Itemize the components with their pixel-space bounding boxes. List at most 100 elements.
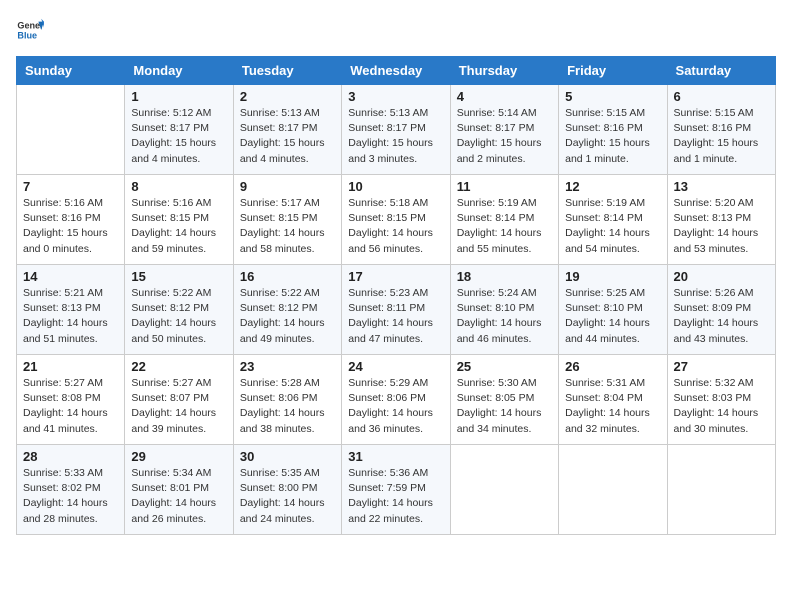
col-header-wednesday: Wednesday (342, 57, 450, 85)
day-number: 26 (565, 359, 660, 374)
calendar-cell: 30 Sunrise: 5:35 AM Sunset: 8:00 PM Dayli… (233, 445, 341, 535)
calendar-cell: 16 Sunrise: 5:22 AM Sunset: 8:12 PM Dayli… (233, 265, 341, 355)
day-number: 20 (674, 269, 769, 284)
day-info: Sunrise: 5:21 AM Sunset: 8:13 PM Dayligh… (23, 286, 118, 347)
col-header-thursday: Thursday (450, 57, 558, 85)
day-info: Sunrise: 5:30 AM Sunset: 8:05 PM Dayligh… (457, 376, 552, 437)
day-number: 30 (240, 449, 335, 464)
page-header: General Blue (16, 16, 776, 44)
calendar-cell (450, 445, 558, 535)
day-info: Sunrise: 5:36 AM Sunset: 7:59 PM Dayligh… (348, 466, 443, 527)
day-number: 23 (240, 359, 335, 374)
calendar-cell: 18 Sunrise: 5:24 AM Sunset: 8:10 PM Dayli… (450, 265, 558, 355)
day-number: 8 (131, 179, 226, 194)
logo-icon: General Blue (16, 16, 44, 44)
calendar-cell: 27Sunrise: 5:32 AM Sunset: 8:03 PM Dayli… (667, 355, 775, 445)
day-number: 18 (457, 269, 552, 284)
calendar-cell: 1 Sunrise: 5:12 AM Sunset: 8:17 PM Daylig… (125, 85, 233, 175)
day-info: Sunrise: 5:16 AM Sunset: 8:15 PM Dayligh… (131, 196, 226, 257)
day-number: 2 (240, 89, 335, 104)
day-number: 4 (457, 89, 552, 104)
day-number: 3 (348, 89, 443, 104)
day-number: 22 (131, 359, 226, 374)
day-info: Sunrise: 5:17 AM Sunset: 8:15 PM Dayligh… (240, 196, 335, 257)
calendar-cell: 19 Sunrise: 5:25 AM Sunset: 8:10 PM Dayli… (559, 265, 667, 355)
calendar-cell (17, 85, 125, 175)
header-row: SundayMondayTuesdayWednesdayThursdayFrid… (17, 57, 776, 85)
col-header-sunday: Sunday (17, 57, 125, 85)
calendar-cell: 2 Sunrise: 5:13 AM Sunset: 8:17 PM Daylig… (233, 85, 341, 175)
calendar-cell: 7 Sunrise: 5:16 AM Sunset: 8:16 PM Daylig… (17, 175, 125, 265)
calendar-cell: 24Sunrise: 5:29 AM Sunset: 8:06 PM Dayli… (342, 355, 450, 445)
day-info: Sunrise: 5:26 AM Sunset: 8:09 PM Dayligh… (674, 286, 769, 347)
calendar-cell: 15Sunrise: 5:22 AM Sunset: 8:12 PM Dayli… (125, 265, 233, 355)
day-info: Sunrise: 5:27 AM Sunset: 8:07 PM Dayligh… (131, 376, 226, 437)
day-info: Sunrise: 5:19 AM Sunset: 8:14 PM Dayligh… (565, 196, 660, 257)
day-number: 19 (565, 269, 660, 284)
day-info: Sunrise: 5:15 AM Sunset: 8:16 PM Dayligh… (674, 106, 769, 167)
day-info: Sunrise: 5:24 AM Sunset: 8:10 PM Dayligh… (457, 286, 552, 347)
day-info: Sunrise: 5:13 AM Sunset: 8:17 PM Dayligh… (348, 106, 443, 167)
calendar-cell: 14 Sunrise: 5:21 AM Sunset: 8:13 PM Dayli… (17, 265, 125, 355)
day-number: 14 (23, 269, 118, 284)
day-number: 5 (565, 89, 660, 104)
week-row-1: 1 Sunrise: 5:12 AM Sunset: 8:17 PM Daylig… (17, 85, 776, 175)
day-number: 6 (674, 89, 769, 104)
day-number: 17 (348, 269, 443, 284)
day-info: Sunrise: 5:28 AM Sunset: 8:06 PM Dayligh… (240, 376, 335, 437)
day-info: Sunrise: 5:13 AM Sunset: 8:17 PM Dayligh… (240, 106, 335, 167)
calendar-cell: 10 Sunrise: 5:18 AM Sunset: 8:15 PM Dayli… (342, 175, 450, 265)
day-number: 7 (23, 179, 118, 194)
calendar-cell: 31 Sunrise: 5:36 AM Sunset: 7:59 PM Dayli… (342, 445, 450, 535)
day-info: Sunrise: 5:12 AM Sunset: 8:17 PM Dayligh… (131, 106, 226, 167)
day-number: 31 (348, 449, 443, 464)
calendar-cell: 3 Sunrise: 5:13 AM Sunset: 8:17 PM Daylig… (342, 85, 450, 175)
calendar-cell: 4 Sunrise: 5:14 AM Sunset: 8:17 PM Daylig… (450, 85, 558, 175)
day-info: Sunrise: 5:23 AM Sunset: 8:11 PM Dayligh… (348, 286, 443, 347)
day-info: Sunrise: 5:34 AM Sunset: 8:01 PM Dayligh… (131, 466, 226, 527)
day-info: Sunrise: 5:19 AM Sunset: 8:14 PM Dayligh… (457, 196, 552, 257)
calendar-cell: 20 Sunrise: 5:26 AM Sunset: 8:09 PM Dayli… (667, 265, 775, 355)
calendar-cell: 8 Sunrise: 5:16 AM Sunset: 8:15 PM Daylig… (125, 175, 233, 265)
calendar-cell: 22 Sunrise: 5:27 AM Sunset: 8:07 PM Dayli… (125, 355, 233, 445)
day-info: Sunrise: 5:22 AM Sunset: 8:12 PM Dayligh… (131, 286, 226, 347)
calendar-cell (559, 445, 667, 535)
col-header-tuesday: Tuesday (233, 57, 341, 85)
calendar-cell: 25Sunrise: 5:30 AM Sunset: 8:05 PM Dayli… (450, 355, 558, 445)
day-info: Sunrise: 5:14 AM Sunset: 8:17 PM Dayligh… (457, 106, 552, 167)
day-info: Sunrise: 5:22 AM Sunset: 8:12 PM Dayligh… (240, 286, 335, 347)
day-info: Sunrise: 5:25 AM Sunset: 8:10 PM Dayligh… (565, 286, 660, 347)
calendar-cell: 21 Sunrise: 5:27 AM Sunset: 8:08 PM Dayli… (17, 355, 125, 445)
day-info: Sunrise: 5:27 AM Sunset: 8:08 PM Dayligh… (23, 376, 118, 437)
week-row-4: 21 Sunrise: 5:27 AM Sunset: 8:08 PM Dayli… (17, 355, 776, 445)
day-number: 10 (348, 179, 443, 194)
calendar-cell: 26 Sunrise: 5:31 AM Sunset: 8:04 PM Dayli… (559, 355, 667, 445)
day-info: Sunrise: 5:35 AM Sunset: 8:00 PM Dayligh… (240, 466, 335, 527)
day-number: 16 (240, 269, 335, 284)
day-info: Sunrise: 5:20 AM Sunset: 8:13 PM Dayligh… (674, 196, 769, 257)
day-number: 21 (23, 359, 118, 374)
day-info: Sunrise: 5:16 AM Sunset: 8:16 PM Dayligh… (23, 196, 118, 257)
day-number: 9 (240, 179, 335, 194)
day-info: Sunrise: 5:33 AM Sunset: 8:02 PM Dayligh… (23, 466, 118, 527)
calendar-cell: 5 Sunrise: 5:15 AM Sunset: 8:16 PM Daylig… (559, 85, 667, 175)
calendar-cell: 23 Sunrise: 5:28 AM Sunset: 8:06 PM Dayli… (233, 355, 341, 445)
calendar-cell: 29 Sunrise: 5:34 AM Sunset: 8:01 PM Dayli… (125, 445, 233, 535)
day-info: Sunrise: 5:15 AM Sunset: 8:16 PM Dayligh… (565, 106, 660, 167)
day-number: 28 (23, 449, 118, 464)
col-header-monday: Monday (125, 57, 233, 85)
calendar-cell: 6 Sunrise: 5:15 AM Sunset: 8:16 PM Daylig… (667, 85, 775, 175)
week-row-5: 28 Sunrise: 5:33 AM Sunset: 8:02 PM Dayli… (17, 445, 776, 535)
day-info: Sunrise: 5:32 AM Sunset: 8:03 PM Dayligh… (674, 376, 769, 437)
logo: General Blue (16, 16, 44, 44)
day-number: 1 (131, 89, 226, 104)
day-info: Sunrise: 5:18 AM Sunset: 8:15 PM Dayligh… (348, 196, 443, 257)
calendar-cell: 9 Sunrise: 5:17 AM Sunset: 8:15 PM Daylig… (233, 175, 341, 265)
day-info: Sunrise: 5:31 AM Sunset: 8:04 PM Dayligh… (565, 376, 660, 437)
calendar-cell: 13Sunrise: 5:20 AM Sunset: 8:13 PM Dayli… (667, 175, 775, 265)
svg-text:Blue: Blue (17, 30, 37, 40)
day-number: 24 (348, 359, 443, 374)
calendar-cell: 28 Sunrise: 5:33 AM Sunset: 8:02 PM Dayli… (17, 445, 125, 535)
calendar-cell (667, 445, 775, 535)
day-number: 29 (131, 449, 226, 464)
